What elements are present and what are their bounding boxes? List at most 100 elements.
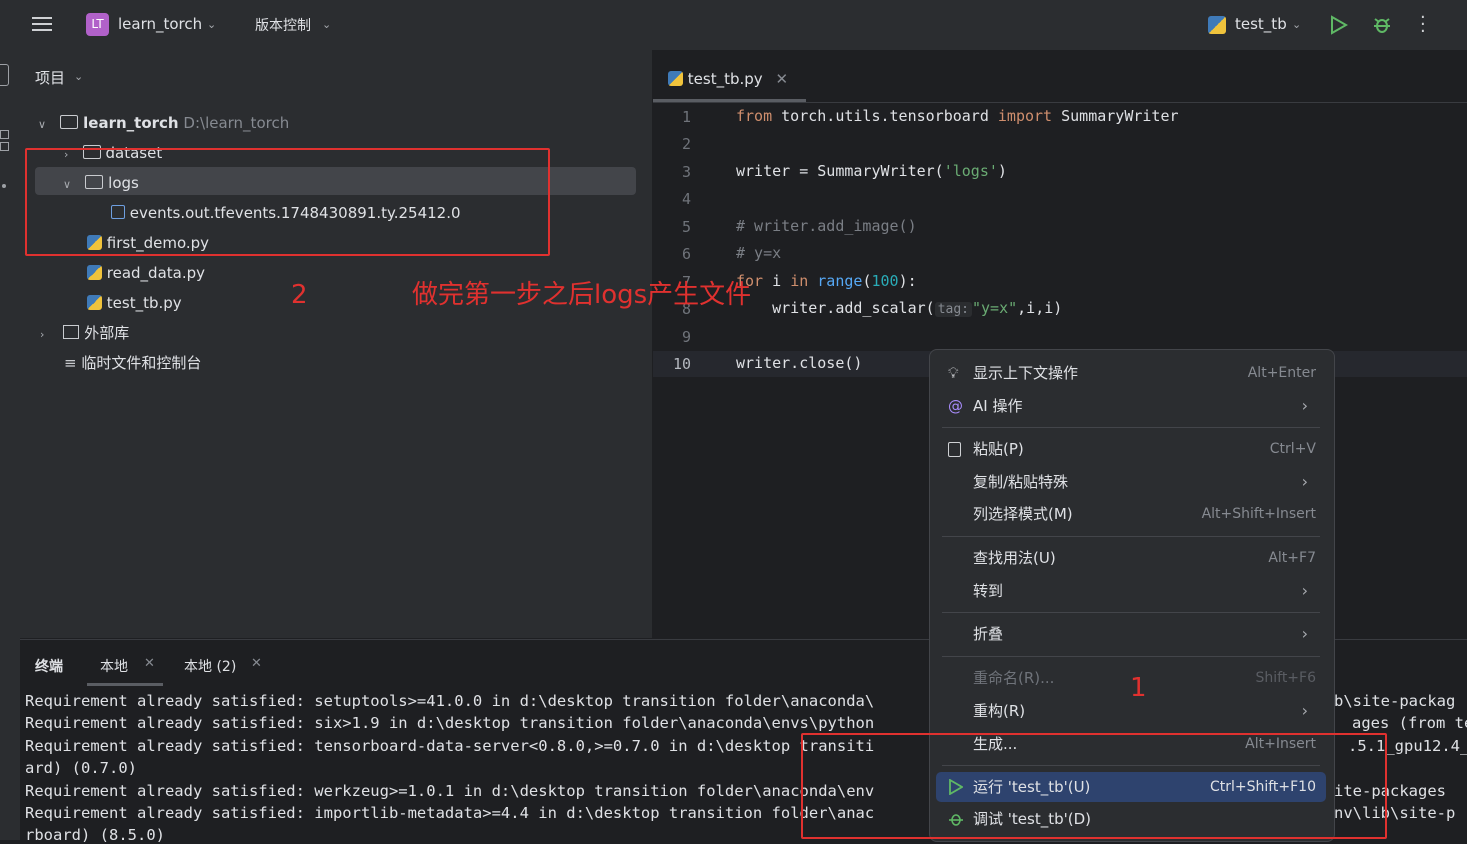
string: "y=x" bbox=[972, 299, 1018, 317]
menu-separator bbox=[942, 427, 1320, 428]
line-number: 3 bbox=[681, 163, 691, 181]
menu-item-show-context-actions[interactable]: 💡︎ 显示上下文操作 Alt+Enter bbox=[936, 358, 1326, 388]
library-icon bbox=[63, 325, 80, 339]
tree-item-scratches[interactable]: ≡ 临时文件和控制台 bbox=[64, 349, 201, 377]
ai-spiral-icon: @ bbox=[948, 397, 963, 415]
line-number: 6 bbox=[681, 245, 691, 263]
tree-item-external-libs[interactable]: › 外部库 bbox=[40, 319, 129, 347]
tree-item-label: read_data.py bbox=[106, 264, 206, 282]
python-file-icon bbox=[87, 265, 102, 280]
code-line-6[interactable]: # y=x bbox=[736, 244, 781, 262]
python-file-icon bbox=[87, 295, 102, 310]
menu-item-find-usages[interactable]: 查找用法(U) Alt+F7 bbox=[936, 543, 1326, 573]
menu-item-label: 显示上下文操作 bbox=[973, 364, 1079, 382]
menu-item-copy-paste-special[interactable]: 复制/粘贴特殊 › bbox=[936, 467, 1326, 497]
vcs-menu[interactable]: 版本控制 bbox=[255, 15, 311, 35]
keyword: in bbox=[790, 272, 809, 290]
code-line-8[interactable]: writer.add_scalar(tag: "y=x",i,i) bbox=[736, 299, 1062, 317]
terminal-line: Requirement already satisfied: werkzeug>… bbox=[25, 782, 875, 800]
structure-icon[interactable] bbox=[0, 130, 9, 139]
menu-item-paste[interactable]: 粘贴(P) Ctrl+V bbox=[936, 434, 1326, 464]
chevron-right-icon: › bbox=[1301, 581, 1308, 600]
code-line-5[interactable]: # writer.add_image() bbox=[736, 217, 917, 235]
chevron-right-icon[interactable]: › bbox=[40, 328, 44, 341]
tree-item-test-tb[interactable]: test_tb.py bbox=[87, 289, 182, 317]
debug-icon[interactable] bbox=[1372, 14, 1392, 36]
line-number: 5 bbox=[681, 218, 691, 236]
run-config-selector[interactable]: test_tb bbox=[1235, 15, 1287, 33]
line-number: 9 bbox=[681, 328, 691, 346]
number: 100 bbox=[871, 272, 899, 290]
code-line-7[interactable]: for i in range(100): bbox=[736, 272, 917, 290]
menu-item-label: 复制/粘贴特殊 bbox=[973, 473, 1069, 491]
menu-item-label: AI 操作 bbox=[973, 397, 1023, 415]
code-line-1[interactable]: from torch.utils.tensorboard import Summ… bbox=[736, 107, 1179, 125]
annotation-label-1: 1 bbox=[1130, 673, 1147, 703]
menu-item-label: 查找用法(U) bbox=[973, 549, 1056, 567]
menu-item-ai-actions[interactable]: @ AI 操作 › bbox=[936, 391, 1326, 421]
code-line-3[interactable]: writer = SummaryWriter('logs') bbox=[736, 162, 1007, 180]
keyword: import bbox=[997, 107, 1053, 125]
builtin: range bbox=[817, 272, 863, 290]
menu-separator bbox=[942, 656, 1320, 657]
tree-item-label: test_tb.py bbox=[106, 294, 182, 312]
keyword: from bbox=[736, 107, 773, 125]
title-bar: LT learn_torch ⌄ 版本控制 ⌄ test_tb ⌄ · · · bbox=[0, 0, 1467, 51]
project-tool-icon[interactable] bbox=[0, 64, 9, 86]
menu-icon[interactable] bbox=[32, 14, 52, 34]
chevron-down-icon[interactable]: ⌄ bbox=[1292, 18, 1301, 31]
menu-item-label: 转到 bbox=[973, 582, 1004, 600]
editor-tab-test-tb[interactable]: test_tb.py ✕ bbox=[668, 65, 788, 93]
tree-root[interactable]: ∨ learn_torch D:\learn_torch bbox=[38, 109, 289, 137]
line-number: 1 bbox=[681, 108, 691, 126]
annotation-note: 做完第一步之后logs产生文件 bbox=[412, 280, 752, 310]
project-badge[interactable]: LT bbox=[86, 13, 109, 36]
tab-label: test_tb.py bbox=[687, 70, 763, 88]
code-text: ) bbox=[997, 162, 1007, 180]
menu-item-go-to[interactable]: 转到 › bbox=[936, 576, 1326, 606]
close-icon[interactable]: ✕ bbox=[251, 656, 262, 671]
menu-shortcut: Shift+F6 bbox=[1255, 670, 1316, 686]
root-name: learn_torch bbox=[83, 114, 179, 132]
structure-icon[interactable] bbox=[0, 142, 9, 151]
terminal-line: Requirement already satisfied: importlib… bbox=[25, 804, 875, 822]
menu-item-label: 重构(R) bbox=[973, 702, 1026, 720]
code-line-10[interactable]: writer.close() bbox=[736, 354, 862, 372]
menu-item-folding[interactable]: 折叠 › bbox=[936, 619, 1326, 649]
more-icon[interactable]: · · · bbox=[1420, 9, 1426, 41]
tree-item-label: 临时文件和控制台 bbox=[81, 354, 202, 372]
terminal-line: rboard) (8.5.0) bbox=[25, 826, 165, 844]
terminal-line-tail: b\site-packag bbox=[1334, 692, 1456, 710]
code-text: torch.utils.tensorboard bbox=[772, 107, 998, 125]
tree-item-read-data[interactable]: read_data.py bbox=[87, 259, 205, 287]
chevron-down-icon[interactable]: ⌄ bbox=[207, 18, 216, 31]
line-number: 10 bbox=[672, 355, 691, 373]
menu-item-column-selection[interactable]: 列选择模式(M) Alt+Shift+Insert bbox=[936, 499, 1326, 529]
root-path: D:\learn_torch bbox=[183, 114, 290, 132]
run-icon[interactable] bbox=[1330, 15, 1348, 35]
terminal-line: Requirement already satisfied: six>1.9 i… bbox=[25, 714, 875, 732]
annotation-box-1 bbox=[801, 733, 1387, 839]
more-tools-icon[interactable] bbox=[2, 184, 6, 188]
menu-item-label: 折叠 bbox=[973, 625, 1004, 643]
chevron-down-icon[interactable]: ∨ bbox=[38, 118, 46, 131]
terminal-tab-local-2[interactable]: 本地 (2) bbox=[184, 656, 236, 676]
project-name[interactable]: learn_torch bbox=[118, 15, 202, 33]
code-text: i bbox=[763, 272, 791, 290]
line-number: 2 bbox=[681, 135, 691, 153]
close-icon[interactable]: ✕ bbox=[144, 656, 155, 671]
project-panel-header[interactable]: 项目 bbox=[35, 67, 65, 88]
menu-shortcut: Alt+Enter bbox=[1247, 365, 1316, 381]
close-icon[interactable]: ✕ bbox=[775, 70, 788, 88]
menu-shortcut: Alt+Shift+Insert bbox=[1201, 506, 1316, 522]
chevron-down-icon[interactable]: ⌄ bbox=[74, 70, 83, 83]
tree-item-label: 外部库 bbox=[84, 324, 130, 342]
annotation-label-2: 2 bbox=[291, 280, 308, 310]
chevron-down-icon[interactable]: ⌄ bbox=[322, 18, 331, 31]
menu-separator bbox=[942, 612, 1320, 613]
code-text: writer.add_scalar( bbox=[736, 299, 935, 317]
chevron-right-icon: › bbox=[1301, 624, 1308, 643]
annotation-box-2 bbox=[25, 148, 550, 256]
chevron-right-icon: › bbox=[1301, 701, 1308, 720]
